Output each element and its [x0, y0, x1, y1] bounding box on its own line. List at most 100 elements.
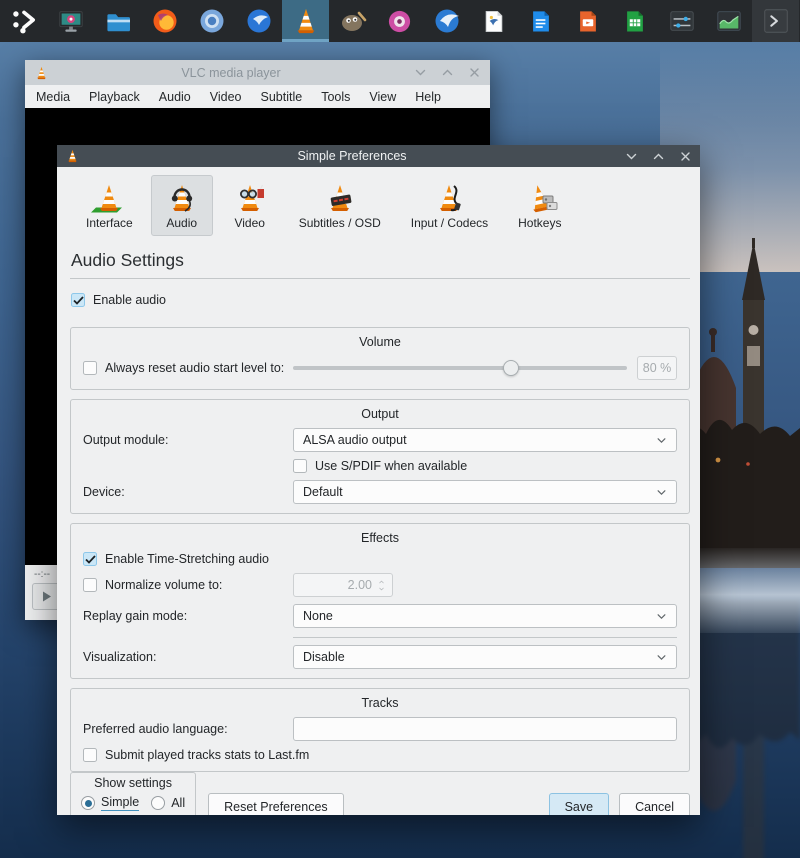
tab-label: Hotkeys [518, 216, 561, 230]
tab-label: Input / Codecs [411, 216, 488, 230]
menu-playback[interactable]: Playback [89, 90, 140, 104]
tracks-group: Tracks Preferred audio language: Submit … [70, 688, 690, 772]
taskbar-item-system-monitor[interactable] [705, 0, 752, 42]
cancel-label: Cancel [635, 800, 674, 814]
minimize-icon[interactable] [624, 149, 638, 163]
video-tab-icon [231, 183, 269, 213]
spin-up-icon[interactable] [377, 579, 386, 585]
audio-tab-icon [163, 183, 201, 213]
enable-audio-label: Enable audio [93, 293, 166, 307]
taskbar-item-chromium[interactable] [188, 0, 235, 42]
vlc-titlebar[interactable]: VLC media player [25, 60, 490, 85]
taskbar-item-libreoffice-writer[interactable] [517, 0, 564, 42]
menu-video[interactable]: Video [210, 90, 242, 104]
language-label: Preferred audio language: [83, 722, 293, 736]
maximize-icon[interactable] [651, 149, 665, 163]
enable-audio-checkbox[interactable] [71, 293, 85, 307]
taskbar-item-media-player[interactable] [376, 0, 423, 42]
menu-help[interactable]: Help [415, 90, 441, 104]
normalize-spinbox[interactable]: 2.00 [293, 573, 393, 597]
visualization-label: Visualization: [83, 650, 293, 664]
taskbar-item-web-browser[interactable] [423, 0, 470, 42]
gimp-icon [338, 7, 368, 35]
simple-radio-item[interactable]: Simple [81, 795, 139, 811]
volume-slider[interactable] [293, 360, 627, 376]
libreoffice-writer-icon [527, 7, 555, 35]
spdif-row: Use S/PDIF when available [293, 459, 677, 473]
replay-gain-label: Replay gain mode: [83, 609, 293, 623]
taskbar-item-vlc[interactable] [282, 0, 329, 42]
show-settings-radios: Simple All [81, 795, 185, 811]
dialog-titlebar[interactable]: Simple Preferences [57, 145, 700, 167]
all-radio[interactable] [151, 796, 165, 810]
output-module-dropdown[interactable]: ALSA audio output [293, 428, 677, 452]
spdif-check-row: Use S/PDIF when available [293, 459, 467, 473]
timestretch-checkbox[interactable] [83, 552, 97, 566]
menu-subtitle[interactable]: Subtitle [261, 90, 303, 104]
settings-sliders-icon [667, 7, 697, 35]
timestretch-row: Enable Time-Stretching audio [83, 552, 677, 566]
show-settings-title: Show settings [81, 776, 185, 790]
taskbar-item-gimp[interactable] [329, 0, 376, 42]
maximize-icon[interactable] [440, 66, 454, 80]
tab-hotkeys[interactable]: Hotkeys [506, 175, 573, 236]
taskbar-item-libreoffice-impress[interactable] [564, 0, 611, 42]
spin-down-icon[interactable] [377, 586, 386, 592]
timestretch-label: Enable Time-Stretching audio [105, 552, 269, 566]
tab-label: Audio [166, 216, 197, 230]
taskbar-item-firefox[interactable] [141, 0, 188, 42]
file-manager-icon [103, 8, 133, 34]
slider-handle[interactable] [503, 360, 519, 376]
taskbar-item-thunderbird[interactable] [235, 0, 282, 42]
lastfm-row: Submit played tracks stats to Last.fm [83, 748, 677, 762]
lastfm-checkbox[interactable] [83, 748, 97, 762]
visualization-dropdown[interactable]: Disable [293, 645, 677, 669]
vlc-icon [65, 149, 80, 163]
libreoffice-draw-icon [480, 7, 508, 35]
minimize-icon[interactable] [413, 66, 427, 80]
close-icon[interactable] [467, 66, 481, 80]
replay-gain-value: None [303, 609, 333, 623]
menu-view[interactable]: View [369, 90, 396, 104]
replay-gain-dropdown[interactable]: None [293, 604, 677, 628]
vlc-icon [34, 66, 49, 80]
normalize-check-row: Normalize volume to: [83, 578, 293, 592]
taskbar-item-terminal[interactable] [752, 0, 799, 42]
tab-interface[interactable]: Interface [74, 175, 145, 236]
normalize-checkbox[interactable] [83, 578, 97, 592]
menu-tools[interactable]: Tools [321, 90, 350, 104]
all-label: All [171, 796, 185, 810]
tab-video[interactable]: Video [219, 175, 281, 236]
menu-audio[interactable]: Audio [159, 90, 191, 104]
output-group: Output Output module: ALSA audio output … [70, 399, 690, 514]
lastfm-label: Submit played tracks stats to Last.fm [105, 748, 309, 762]
volume-value-spinbox[interactable]: 80 % [637, 356, 677, 380]
enable-audio-row: Enable audio [71, 293, 689, 307]
reset-level-checkbox[interactable] [83, 361, 97, 375]
taskbar-item-libreoffice-draw[interactable] [470, 0, 517, 42]
hotkeys-tab-icon [521, 183, 559, 213]
tab-subtitles-osd[interactable]: Subtitles / OSD [287, 175, 393, 236]
save-button[interactable]: Save [549, 793, 610, 815]
taskbar-item-app-launcher[interactable] [0, 0, 47, 42]
vlc-icon [292, 7, 320, 35]
all-radio-item[interactable]: All [151, 796, 185, 810]
device-dropdown[interactable]: Default [293, 480, 677, 504]
subtitles-tab-icon [321, 183, 359, 213]
taskbar-item-screenshot-tool[interactable] [47, 0, 94, 42]
taskbar-item-settings[interactable] [658, 0, 705, 42]
reset-preferences-button[interactable]: Reset Preferences [208, 793, 344, 815]
cancel-button[interactable]: Cancel [619, 793, 690, 815]
check-icon [85, 555, 96, 564]
language-input[interactable] [293, 717, 677, 741]
taskbar-item-libreoffice-calc[interactable] [611, 0, 658, 42]
close-icon[interactable] [678, 149, 692, 163]
simple-radio[interactable] [81, 796, 95, 810]
taskbar-item-file-manager[interactable] [94, 0, 141, 42]
spdif-checkbox[interactable] [293, 459, 307, 473]
chevron-down-icon [656, 652, 667, 663]
tab-input-codecs[interactable]: Input / Codecs [399, 175, 500, 236]
tab-audio[interactable]: Audio [151, 175, 213, 236]
tab-label: Interface [86, 216, 133, 230]
menu-media[interactable]: Media [36, 90, 70, 104]
